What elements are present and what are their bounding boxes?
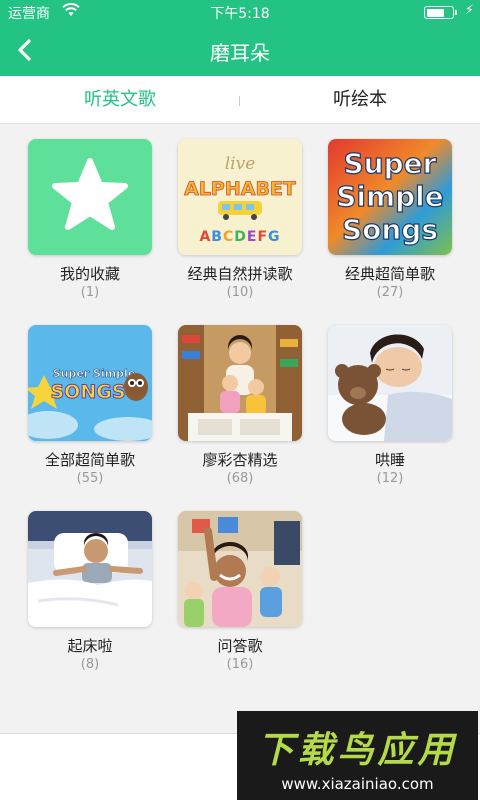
svg-text:Super Simple: Super Simple — [53, 367, 136, 380]
super-simple-songs-logo: Super Simple Songs — [328, 139, 452, 255]
watermark-url: www.xiazainiao.com — [281, 775, 434, 793]
svg-text:SONGS: SONGS — [50, 381, 125, 403]
qa-songs-thumbnail[interactable] — [178, 511, 302, 627]
playlist-count: (10) — [226, 285, 254, 300]
playlist-count: (8) — [80, 657, 100, 672]
charging-icon: ⚡ — [464, 3, 474, 18]
playlist-title: 我的收藏 — [59, 265, 120, 283]
watermark-brand: 下载鸟应用 — [257, 730, 458, 771]
playlist-card-lullaby[interactable]: 哄睡 (12) — [327, 325, 453, 488]
alphabet-cover-image: live ALPHABET ABCDEFG — [178, 139, 302, 255]
liao-thumbnail[interactable] — [178, 325, 302, 441]
super-simple-songs-sky-cover: Super Simple SONGS — [28, 325, 152, 441]
playlist-card-wake-up[interactable]: 起床啦 (8) — [27, 511, 153, 674]
playlist-count: (55) — [76, 471, 104, 486]
phonics-thumbnail[interactable]: live ALPHABET ABCDEFG — [178, 139, 302, 255]
svg-text:Simple: Simple — [336, 180, 444, 213]
svg-text:ALPHABET: ALPHABET — [184, 178, 296, 200]
playlist-count: (12) — [376, 471, 404, 486]
playlist-card-phonics[interactable]: live ALPHABET ABCDEFG 经典自然拼读歌 (10) — [177, 139, 303, 302]
playlist-count: (27) — [376, 285, 404, 300]
playlist-card-all-simple[interactable]: Super Simple SONGS 全部超简单歌 (55) — [27, 325, 153, 488]
playlist-title: 哄睡 — [374, 451, 405, 469]
playlist-title: 问答歌 — [217, 637, 263, 655]
svg-text:Super: Super — [344, 147, 437, 180]
classroom-kids-photo — [178, 511, 302, 627]
waking-child-photo — [28, 511, 152, 627]
playlist-card-classic-simple[interactable]: Super Simple Songs 经典超简单歌 (27) — [327, 139, 453, 302]
playlist-count: (68) — [226, 471, 254, 486]
lullaby-thumbnail[interactable] — [328, 325, 452, 441]
classic-simple-thumbnail[interactable]: Super Simple Songs — [328, 139, 452, 255]
favorites-thumbnail[interactable] — [28, 139, 152, 255]
status-bar: 运营商 下午5:18 ⚡ — [0, 0, 480, 24]
sleeping-child-photo — [328, 325, 452, 441]
nav-bar: 磨耳朵 — [0, 24, 480, 76]
tab-picture-books[interactable]: 听绘本 — [240, 76, 480, 124]
playlist-title: 起床啦 — [67, 637, 113, 655]
playlist-count: (16) — [226, 657, 254, 672]
svg-text:live: live — [225, 154, 256, 174]
playlist-title: 廖彩杏精选 — [202, 451, 278, 469]
playlist-title: 经典自然拼读歌 — [187, 265, 293, 283]
all-simple-thumbnail[interactable]: Super Simple SONGS — [28, 325, 152, 441]
star-icon — [28, 139, 152, 255]
page-title: 磨耳朵 — [210, 41, 270, 65]
playlist-title: 经典超简单歌 — [344, 265, 435, 283]
playlist-card-liao[interactable]: 廖彩杏精选 (68) — [177, 325, 303, 488]
status-time: 下午5:18 — [210, 6, 270, 22]
svg-text:ABCDEFG: ABCDEFG — [199, 229, 280, 245]
tab-english-songs[interactable]: 听英文歌 — [0, 76, 240, 124]
playlist-card-qa-songs[interactable]: 问答歌 (16) — [177, 511, 303, 674]
battery-icon — [424, 6, 454, 19]
teacher-kids-photo — [178, 325, 302, 441]
playlist-card-favorites[interactable]: 我的收藏 (1) — [27, 139, 153, 302]
playlist-title: 全部超简单歌 — [44, 451, 135, 469]
svg-text:Songs: Songs — [342, 213, 438, 246]
site-watermark: 下载鸟应用 www.xiazainiao.com — [237, 711, 478, 800]
battery-tip — [455, 10, 457, 15]
wake-up-thumbnail[interactable] — [28, 511, 152, 627]
playlist-count: (1) — [80, 285, 100, 300]
tab-bar: 听英文歌 听绘本 — [0, 76, 480, 124]
